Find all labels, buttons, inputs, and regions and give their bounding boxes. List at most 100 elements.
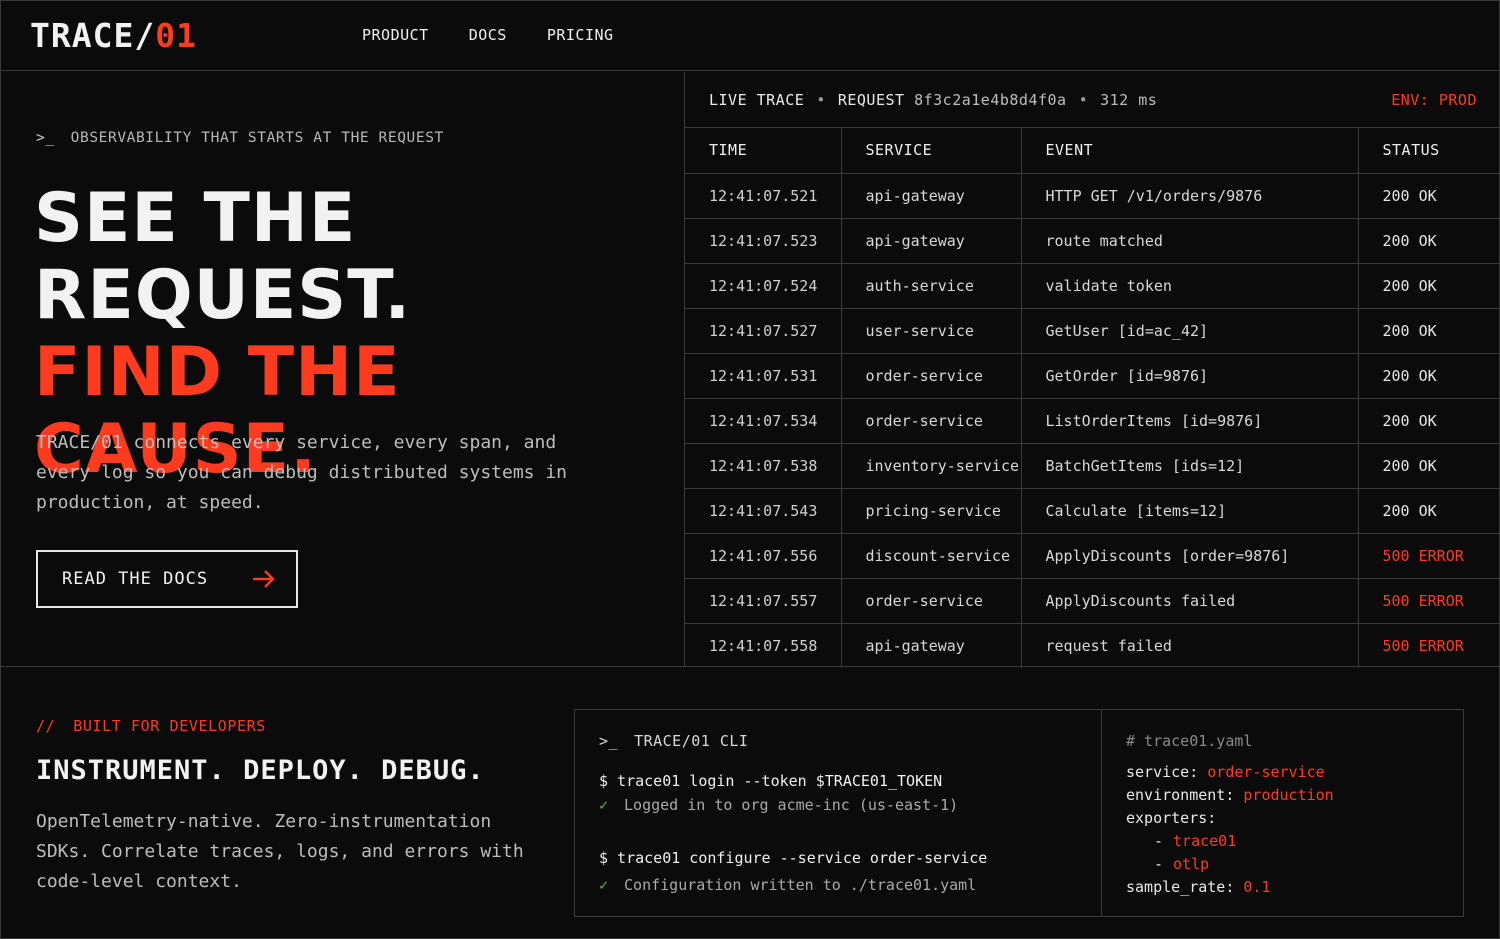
cli-output-login: ✓ Logged in to org acme-inc (us-east-1): [599, 796, 958, 814]
yaml-pane: # trace01.yaml service: order-service en…: [1102, 710, 1463, 916]
developers-section: // BUILT FOR DEVELOPERS INSTRUMENT. DEPLO…: [0, 666, 1500, 939]
yaml-key: service:: [1126, 763, 1199, 781]
trace-cell-time: 12:41:07.556: [685, 533, 842, 579]
yaml-dash: -: [1154, 855, 1164, 873]
trace-cell-event: Calculate [items=12]: [1021, 488, 1359, 534]
yaml-value: 0.1: [1243, 878, 1271, 896]
cli-output-configure: ✓ Configuration written to ./trace01.yaml: [599, 876, 976, 894]
yaml-exporters-line: exporters:: [1126, 809, 1217, 827]
trace-row[interactable]: 12:41:07.534 order-service ListOrderItems …: [685, 398, 1500, 444]
nav-link-pricing[interactable]: PRICING: [547, 26, 614, 44]
trace-table-body: 12:41:07.521 api-gateway HTTP GET /v1/orde…: [685, 173, 1500, 668]
cli-command-login[interactable]: $ trace01 login --token $TRACE01_TOKEN: [599, 772, 942, 790]
trace-cell-status: 500 ERROR: [1358, 533, 1500, 579]
hero-eyebrow: >_ OBSERVABILITY THAT STARTS AT THE REQUE…: [36, 130, 444, 146]
trace-row[interactable]: 12:41:07.527 user-service GetUser [id=ac_4…: [685, 308, 1500, 354]
trace-meta: LIVE TRACE • REQUEST 8f3c2a1e4b8d4f0a • 312 …: [709, 91, 1157, 109]
trace-header: LIVE TRACE • REQUEST 8f3c2a1e4b8d4f0a • 312 …: [685, 72, 1500, 128]
trace-cell-service: api-gateway: [841, 173, 1022, 219]
yaml-key: sample_rate:: [1126, 878, 1235, 896]
trace-row[interactable]: 12:41:07.521 api-gateway HTTP GET /v1/orde…: [685, 173, 1500, 219]
trace-cell-service: inventory-service: [841, 443, 1022, 489]
trace-row[interactable]: 12:41:07.556 discount-service ApplyDiscoun…: [685, 533, 1500, 579]
trace-cell-service: api-gateway: [841, 623, 1022, 668]
check-icon: ✓: [599, 876, 609, 894]
nav-link-product[interactable]: PRODUCT: [362, 26, 429, 44]
terminal-prompt-icon: >_: [36, 130, 55, 146]
request-label: REQUEST: [837, 91, 905, 109]
yaml-sample-rate-line: sample_rate: 0.1: [1126, 878, 1271, 896]
developers-title: INSTRUMENT. DEPLOY. DEBUG.: [36, 755, 485, 786]
trace-row[interactable]: 12:41:07.543 pricing-service Calculate [it…: [685, 488, 1500, 534]
column-header-event[interactable]: EVENT: [1021, 128, 1359, 174]
trace-cell-time: 12:41:07.534: [685, 398, 842, 444]
cli-output-login-text: Logged in to org acme-inc (us-east-1): [624, 796, 959, 814]
yaml-environment-line: environment: production: [1126, 786, 1334, 804]
trace-row[interactable]: 12:41:07.538 inventory-service BatchGetIte…: [685, 443, 1500, 489]
trace-row[interactable]: 12:41:07.523 api-gateway route matched 200 …: [685, 218, 1500, 264]
read-docs-button[interactable]: READ THE DOCS: [36, 550, 298, 608]
trace-cell-service: order-service: [841, 578, 1022, 624]
trace-cell-service: discount-service: [841, 533, 1022, 579]
column-header-service[interactable]: SERVICE: [841, 128, 1022, 174]
yaml-dash: -: [1154, 832, 1164, 850]
hero-description: TRACE/01 connects every service, every s…: [36, 432, 568, 513]
developers-description: OpenTelemetry-native. Zero-instrumentati…: [36, 811, 524, 892]
trace-cell-status: 200 OK: [1358, 353, 1500, 399]
trace-cell-event: GetOrder [id=9876]: [1021, 353, 1359, 399]
trace-row[interactable]: 12:41:07.524 auth-service validate token 20…: [685, 263, 1500, 309]
env-badge: ENV: PROD: [1391, 91, 1477, 109]
trace-cell-time: 12:41:07.531: [685, 353, 842, 399]
trace-cell-time: 12:41:07.524: [685, 263, 842, 309]
logo[interactable]: TRACE/01: [30, 16, 197, 55]
trace-cell-event: GetUser [id=ac_42]: [1021, 308, 1359, 354]
cli-output-configure-text: Configuration written to ./trace01.yaml: [624, 876, 977, 894]
cli-command-configure[interactable]: $ trace01 configure --service order-serv…: [599, 849, 987, 867]
hero-eyebrow-text: OBSERVABILITY THAT STARTS AT THE REQUEST: [70, 130, 444, 146]
trace-cell-time: 12:41:07.558: [685, 623, 842, 668]
cli-title: >_ TRACE/01 CLI: [599, 732, 748, 750]
trace-cell-time: 12:41:07.527: [685, 308, 842, 354]
trace-row[interactable]: 12:41:07.557 order-service ApplyDiscounts …: [685, 578, 1500, 624]
code-sample-panel: >_ TRACE/01 CLI $ trace01 login --token $…: [574, 709, 1464, 917]
trace-cell-service: api-gateway: [841, 218, 1022, 264]
yaml-key: environment:: [1126, 786, 1235, 804]
developers-eyebrow-text: BUILT FOR DEVELOPERS: [73, 717, 266, 735]
yaml-value: production: [1243, 786, 1334, 804]
trace-cell-time: 12:41:07.521: [685, 173, 842, 219]
request-duration: 312 ms: [1100, 91, 1158, 109]
trace-cell-service: auth-service: [841, 263, 1022, 309]
trace-cell-service: order-service: [841, 353, 1022, 399]
trace-cell-status: 200 OK: [1358, 263, 1500, 309]
trace-table: TIME SERVICE EVENT STATUS 12:41:07.521 ap…: [685, 128, 1500, 668]
trace-cell-status: 200 OK: [1358, 488, 1500, 534]
yaml-value: order-service: [1207, 763, 1325, 781]
yaml-exporter-item: - trace01: [1154, 832, 1236, 850]
read-docs-label: READ THE DOCS: [62, 569, 209, 589]
trace-row[interactable]: 12:41:07.531 order-service GetOrder [id=98…: [685, 353, 1500, 399]
logo-text: TRACE/: [30, 16, 156, 55]
developers-eyebrow: // BUILT FOR DEVELOPERS: [36, 717, 266, 735]
trace-table-header: TIME SERVICE EVENT STATUS: [685, 128, 1500, 174]
cli-pane: >_ TRACE/01 CLI $ trace01 login --token $…: [575, 710, 1102, 916]
trace-cell-status: 500 ERROR: [1382, 636, 1464, 655]
column-header-time[interactable]: TIME: [685, 128, 842, 174]
trace-cell-time: 12:41:07.538: [685, 443, 842, 489]
arrow-right-icon: [253, 570, 275, 588]
trace-cell-service: user-service: [841, 308, 1022, 354]
trace-row[interactable]: 12:41:07.558 api-gateway request failed 500…: [685, 623, 1500, 668]
logo-accent: 01: [155, 16, 197, 55]
headline-line-1: SEE THE: [34, 179, 357, 258]
live-trace-panel: LIVE TRACE • REQUEST 8f3c2a1e4b8d4f0a • 312 …: [684, 72, 1500, 668]
yaml-exporter-item: - otlp: [1154, 855, 1209, 873]
trace-cell-status: 200 OK: [1358, 218, 1500, 264]
nav-link-docs[interactable]: DOCS: [469, 26, 507, 44]
column-header-status[interactable]: STATUS: [1358, 128, 1500, 174]
yaml-comment: # trace01.yaml: [1126, 732, 1253, 750]
yaml-service-line: service: order-service: [1126, 763, 1325, 781]
cli-title-text: TRACE/01 CLI: [634, 732, 749, 750]
trace-cell-status: 500 ERROR: [1358, 578, 1500, 624]
yaml-value: otlp: [1173, 855, 1210, 873]
trace-cell-event: ListOrderItems [id=9876]: [1021, 398, 1359, 444]
trace-cell-status: 200 OK: [1358, 443, 1500, 489]
